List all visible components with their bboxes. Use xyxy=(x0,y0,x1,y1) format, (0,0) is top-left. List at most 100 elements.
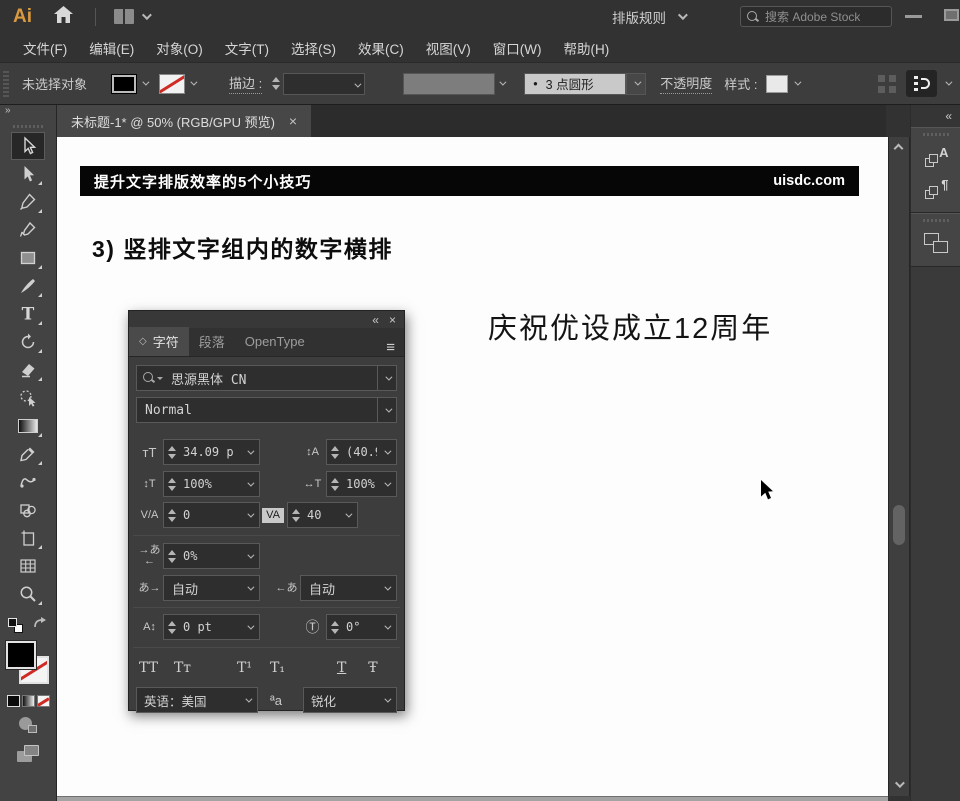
default-fill-stroke-button[interactable] xyxy=(8,618,23,633)
swap-fill-stroke-button[interactable] xyxy=(33,616,48,635)
font-style-field[interactable]: Normal xyxy=(136,397,397,423)
horizontal-scale-dropdown-button[interactable] xyxy=(377,472,396,496)
aki-right-dropdown[interactable]: 自动 xyxy=(300,575,397,601)
pen-tool[interactable] xyxy=(11,188,45,216)
menu-type[interactable]: 文字(T) xyxy=(214,38,280,58)
workspace-switcher[interactable]: 排版规则 xyxy=(612,6,685,27)
menu-help[interactable]: 帮助(H) xyxy=(552,38,620,58)
kerning-stepper[interactable] xyxy=(164,509,179,522)
stroke-weight-stepper[interactable] xyxy=(268,77,283,90)
toolbar-collapse-button[interactable]: » xyxy=(0,105,56,119)
rectangle-tool[interactable] xyxy=(11,244,45,272)
fill-stroke-indicator[interactable] xyxy=(6,641,50,687)
style-swatch[interactable] xyxy=(766,75,788,93)
screen-mode-button[interactable] xyxy=(17,745,39,762)
stroke-color-control[interactable] xyxy=(159,74,195,94)
artboard-tool[interactable] xyxy=(11,524,45,552)
leading-dropdown-button[interactable] xyxy=(377,440,396,464)
paragraph-styles-panel-button[interactable]: ¶ xyxy=(919,174,953,204)
dock-group-grip[interactable] xyxy=(923,219,949,222)
tab-character[interactable]: ◇ 字符 xyxy=(129,327,189,356)
opacity-label[interactable]: 不透明度 xyxy=(660,73,712,94)
stroke-weight-dropdown[interactable] xyxy=(283,73,365,95)
leading-field[interactable]: (40.91 xyxy=(326,439,397,465)
menu-window[interactable]: 窗口(W) xyxy=(482,38,553,58)
panel-collapse-icon[interactable]: « xyxy=(372,313,379,327)
tab-paragraph[interactable]: 段落 xyxy=(189,327,235,356)
shape-builder-tool[interactable] xyxy=(11,384,45,412)
menu-effect[interactable]: 效果(C) xyxy=(347,38,415,58)
vertical-scale-field[interactable]: 100% xyxy=(163,471,260,497)
baseline-shift-stepper[interactable] xyxy=(164,621,179,634)
character-rotation-field[interactable]: 0° xyxy=(326,614,397,640)
font-size-field[interactable]: 34.09 p xyxy=(163,439,260,465)
font-size-stepper[interactable] xyxy=(164,446,179,459)
language-dropdown-button[interactable] xyxy=(238,688,257,712)
draw-mode-button[interactable] xyxy=(19,717,37,733)
menu-object[interactable]: 对象(O) xyxy=(145,38,214,58)
menu-edit[interactable]: 编辑(E) xyxy=(78,38,145,58)
curvature-tool[interactable] xyxy=(11,216,45,244)
vertical-scrollbar[interactable] xyxy=(888,137,910,796)
menu-file[interactable]: 文件(F) xyxy=(12,38,78,58)
zoom-tool[interactable] xyxy=(11,580,45,608)
brush-definition-dropdown[interactable]: • 3 点圆形 xyxy=(524,73,626,95)
dock-group-grip[interactable] xyxy=(923,133,949,136)
underline-button[interactable]: T xyxy=(337,660,346,676)
stroke-weight-label[interactable]: 描边 : xyxy=(229,73,262,94)
tracking-field[interactable]: 40 xyxy=(287,502,358,528)
leading-stepper[interactable] xyxy=(327,446,342,459)
window-minimize-button[interactable] xyxy=(905,15,922,18)
control-panel-dock-button[interactable] xyxy=(906,70,937,97)
scroll-up-icon[interactable] xyxy=(894,144,904,154)
vertical-scale-dropdown-button[interactable] xyxy=(240,472,259,496)
vertical-scale-stepper[interactable] xyxy=(164,478,179,491)
character-rotation-stepper[interactable] xyxy=(327,621,342,634)
kerning-field[interactable]: 0 xyxy=(163,502,260,528)
scrollbar-thumb[interactable] xyxy=(893,505,905,545)
character-rotation-dropdown-button[interactable] xyxy=(377,615,396,639)
tab-opentype[interactable]: OpenType xyxy=(235,327,315,356)
character-panel[interactable]: « × ◇ 字符 段落 OpenType ≡ 思源黑体 CN Normal ᴛT xyxy=(128,310,405,711)
aki-left-dropdown[interactable]: 自动 xyxy=(163,575,260,601)
rotate-tool[interactable] xyxy=(11,328,45,356)
gradient-button[interactable] xyxy=(22,695,35,707)
all-caps-button[interactable]: TT xyxy=(139,660,158,676)
window-maximize-button[interactable] xyxy=(944,9,959,21)
fill-color-control[interactable] xyxy=(111,74,147,94)
scroll-down-icon[interactable] xyxy=(895,778,905,788)
anti-aliasing-dropdown-button[interactable] xyxy=(377,688,396,712)
width-profile-dropdown[interactable] xyxy=(403,73,495,95)
stock-search-input[interactable]: 搜索 Adobe Stock xyxy=(740,6,892,27)
home-icon[interactable] xyxy=(54,6,73,28)
character-panel-titlebar[interactable]: « × xyxy=(129,311,404,328)
superscript-button[interactable]: T¹ xyxy=(237,660,252,676)
perspective-grid-tool[interactable] xyxy=(11,552,45,580)
horizontal-scale-stepper[interactable] xyxy=(327,478,342,491)
anti-aliasing-dropdown[interactable]: 锐化 xyxy=(303,687,397,713)
tracking-stepper[interactable] xyxy=(288,509,303,522)
selection-tool[interactable] xyxy=(11,132,45,160)
panel-close-icon[interactable]: × xyxy=(389,313,396,327)
eyedropper-tool[interactable] xyxy=(11,440,45,468)
eraser-tool[interactable] xyxy=(11,356,45,384)
toolbar-grip[interactable] xyxy=(13,125,43,128)
panel-menu-icon[interactable]: ≡ xyxy=(377,339,404,356)
proportional-spacing-field[interactable]: 0% xyxy=(163,543,260,569)
menu-select[interactable]: 选择(S) xyxy=(280,38,347,58)
paintbrush-tool[interactable] xyxy=(11,272,45,300)
brush-dropdown-button[interactable] xyxy=(626,73,646,95)
blend-tool[interactable] xyxy=(11,468,45,496)
aki-right-dropdown-button[interactable] xyxy=(377,576,396,600)
font-size-dropdown-button[interactable] xyxy=(240,440,259,464)
none-button[interactable] xyxy=(37,695,50,707)
fill-proxy-black[interactable] xyxy=(6,641,36,669)
small-caps-button[interactable]: Tᴛ xyxy=(174,660,191,676)
document-tab[interactable]: 未标题-1* @ 50% (RGB/GPU 预览) × xyxy=(57,105,311,137)
horizontal-scrollbar[interactable] xyxy=(57,796,888,801)
control-bar-grip[interactable] xyxy=(3,71,9,97)
strikethrough-button[interactable]: Ŧ xyxy=(368,660,377,676)
tracking-dropdown-button[interactable] xyxy=(338,503,357,527)
horizontal-scale-field[interactable]: 100% xyxy=(326,471,397,497)
artboards-panel-button[interactable] xyxy=(919,228,953,258)
